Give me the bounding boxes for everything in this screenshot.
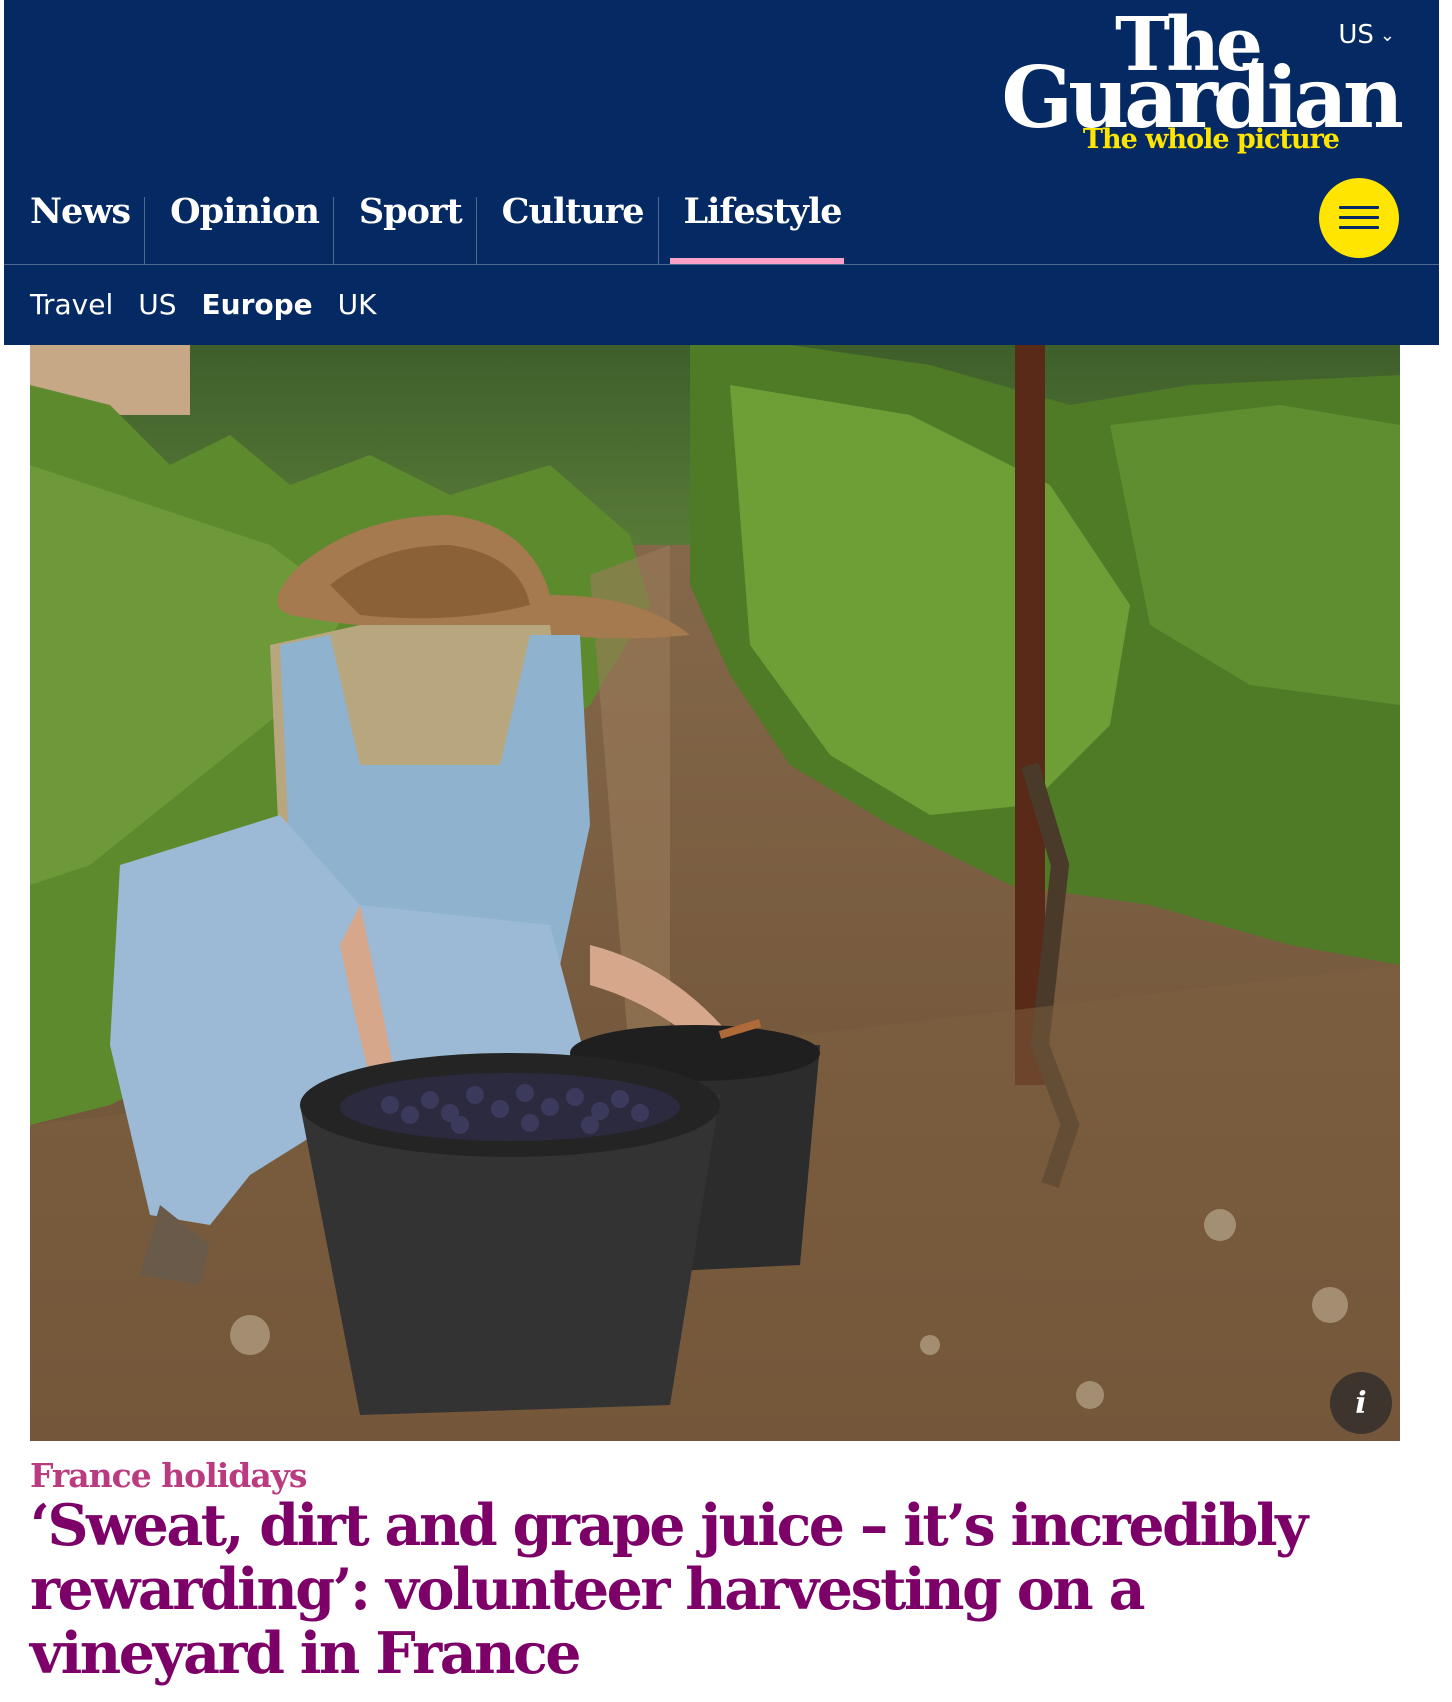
pillar-label: Opinion bbox=[170, 191, 320, 232]
pillar-label: Sport bbox=[358, 191, 463, 232]
pillar-label: Lifestyle bbox=[683, 191, 843, 232]
pillar-opinion[interactable]: Opinion bbox=[144, 175, 333, 265]
pillar-label: News bbox=[30, 191, 131, 232]
info-icon: i bbox=[1355, 1385, 1367, 1421]
edition-label: US bbox=[1338, 20, 1374, 50]
section-kicker[interactable]: France holidays bbox=[30, 1456, 307, 1495]
menu-button[interactable] bbox=[1319, 178, 1399, 258]
hero-image bbox=[30, 345, 1400, 1441]
subnav-travel[interactable]: Travel bbox=[30, 288, 113, 321]
pillar-label: Culture bbox=[501, 191, 645, 232]
hamburger-icon bbox=[1339, 206, 1379, 230]
image-info-button[interactable]: i bbox=[1330, 1372, 1392, 1434]
logo-tagline: The whole picture bbox=[1082, 124, 1340, 155]
pillar-lifestyle[interactable]: Lifestyle bbox=[657, 175, 844, 265]
pillar-culture[interactable]: Culture bbox=[475, 175, 658, 265]
subnav-uk[interactable]: UK bbox=[338, 288, 377, 321]
chevron-down-icon: ⌄ bbox=[1379, 24, 1395, 46]
subnav-europe[interactable]: Europe bbox=[202, 288, 313, 321]
sub-nav: Travel US Europe UK bbox=[30, 288, 377, 321]
vineyard-photo bbox=[30, 345, 1400, 1441]
pillar-news[interactable]: News bbox=[4, 175, 144, 265]
pillar-nav: News Opinion Sport Culture Lifestyle bbox=[4, 175, 844, 265]
nav-divider bbox=[4, 264, 1439, 265]
edition-selector[interactable]: US ⌄ bbox=[1338, 20, 1395, 50]
masthead: The Guardian The whole picture US ⌄ News… bbox=[4, 0, 1439, 345]
subnav-us[interactable]: US bbox=[138, 288, 176, 321]
page-frame: The Guardian The whole picture US ⌄ News… bbox=[4, 0, 1439, 1702]
pillar-sport[interactable]: Sport bbox=[332, 175, 476, 265]
article-headline: ‘Sweat, dirt and grape juice – it’s incr… bbox=[30, 1492, 1308, 1687]
